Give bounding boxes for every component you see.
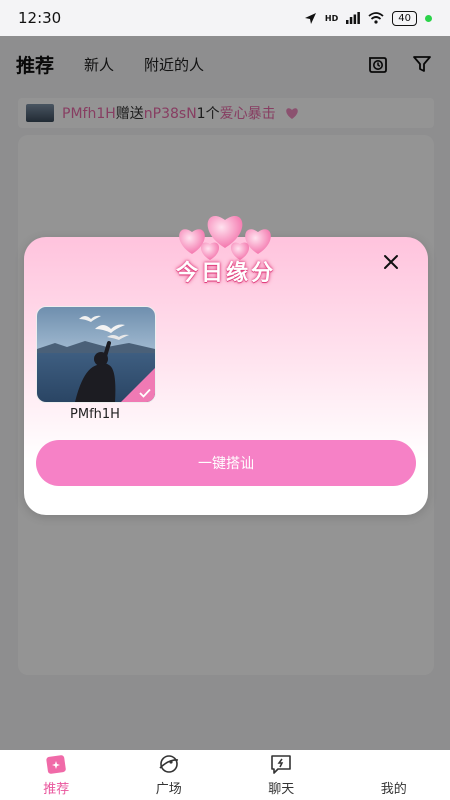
close-button[interactable] — [378, 249, 404, 275]
profile-photo[interactable] — [36, 306, 156, 403]
cards-icon — [46, 755, 67, 774]
check-icon — [139, 388, 151, 398]
network-type: HD — [324, 13, 339, 23]
nav-plaza[interactable]: 广场 — [113, 750, 226, 800]
nav-recommend-label: 推荐 — [43, 782, 70, 797]
signal-icon — [346, 12, 361, 24]
chat-bubble-icon — [271, 755, 292, 774]
modal-title: 今日缘分 — [175, 261, 276, 286]
profile-name: PMfh1H — [70, 407, 120, 422]
charging-dot-icon — [425, 14, 432, 22]
close-icon — [384, 255, 398, 269]
nav-chat[interactable]: 聊天 — [225, 750, 338, 800]
battery-icon: 40 — [392, 10, 417, 26]
status-time: 12:30 — [18, 9, 62, 27]
nav-chat-label: 聊天 — [268, 782, 295, 797]
location-icon — [304, 12, 316, 24]
profile-card[interactable]: PMfh1H — [36, 306, 156, 422]
nav-plaza-label: 广场 — [155, 782, 182, 797]
bottom-nav: 推荐 广场 聊天 我的 — [0, 750, 450, 800]
one-click-greet-button[interactable]: 一键搭讪 — [36, 440, 416, 486]
nav-mine-label: 我的 — [380, 782, 407, 797]
profile-icon — [382, 753, 406, 775]
status-bar: 12:30 HD 40 — [0, 0, 450, 36]
wifi-icon — [368, 12, 384, 24]
nav-mine[interactable]: 我的 — [338, 750, 450, 800]
planet-icon — [159, 755, 178, 773]
nav-recommend[interactable]: 推荐 — [0, 750, 113, 800]
